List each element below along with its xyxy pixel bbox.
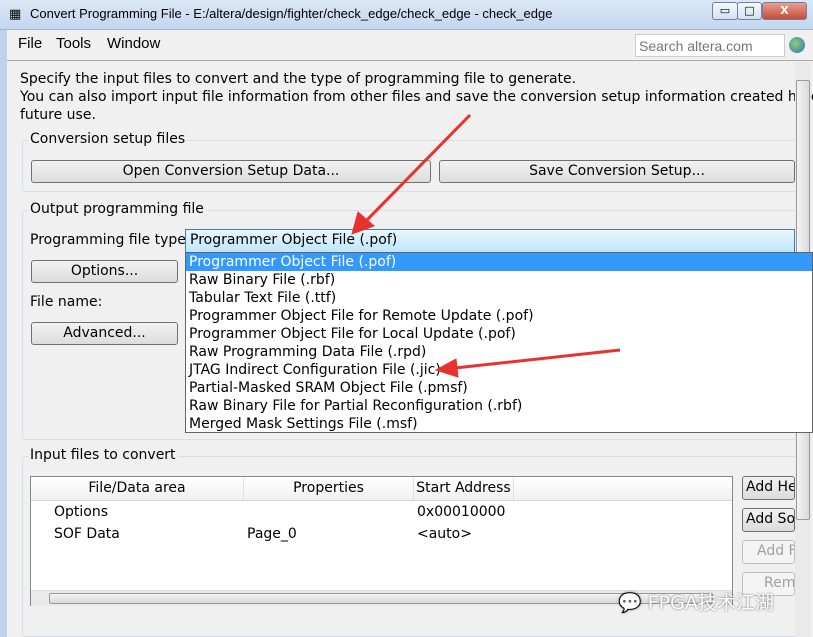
close-button[interactable]: X	[762, 2, 807, 20]
table-row[interactable]: SOF Data Page_0 <auto>	[31, 526, 732, 546]
add-file-button[interactable]: Add F	[742, 540, 795, 564]
intro-line-3: future use.	[20, 107, 96, 123]
dropdown-option[interactable]: JTAG Indirect Configuration File (.jic)	[186, 361, 812, 379]
file-name-label: File name:	[30, 294, 103, 310]
file-type-label: Programming file type:	[30, 232, 191, 248]
table-row[interactable]: Options 0x00010000	[31, 504, 732, 524]
dropdown-option[interactable]: Programmer Object File for Local Update …	[186, 325, 812, 343]
column-header[interactable]: Properties	[244, 477, 414, 501]
input-label: Input files to convert	[28, 447, 178, 463]
intro-line-2: You can also import input file informati…	[20, 89, 813, 105]
maximize-button[interactable]: □	[737, 2, 762, 20]
output-label: Output programming file	[28, 201, 206, 217]
dropdown-option[interactable]: Raw Binary File (.rbf)	[186, 271, 812, 289]
cell: 0x00010000	[417, 504, 506, 520]
menu-tools[interactable]: Tools	[56, 35, 91, 52]
dropdown-option[interactable]: Tabular Text File (.ttf)	[186, 289, 812, 307]
cell: Page_0	[247, 526, 297, 542]
options-button[interactable]: Options...	[31, 260, 178, 283]
cell: SOF Data	[54, 526, 120, 542]
advanced-button[interactable]: Advanced...	[31, 322, 178, 345]
input-files-table: File/Data area Properties Start Address …	[30, 476, 733, 606]
dropdown-option[interactable]: Raw Binary File for Partial Reconfigurat…	[186, 397, 812, 415]
column-header[interactable]: File/Data area	[31, 477, 244, 501]
app-icon: ▦	[9, 7, 22, 22]
menu-file[interactable]: File	[18, 35, 42, 52]
search-input[interactable]	[635, 34, 785, 57]
cell: Options	[54, 504, 109, 520]
scrollbar-thumb[interactable]	[49, 593, 713, 604]
wechat-icon: 💬	[618, 592, 642, 614]
dropdown-option[interactable]: Programmer Object File for Remote Update…	[186, 307, 812, 325]
dropdown-option[interactable]: Merged Mask Settings File (.msf)	[186, 415, 812, 433]
dropdown-option[interactable]: Partial-Masked SRAM Object File (.pmsf)	[186, 379, 812, 397]
watermark-text: FPGA技术江湖	[647, 592, 774, 614]
column-header-empty	[514, 477, 732, 501]
dropdown-option[interactable]: Raw Programming Data File (.rpd)	[186, 343, 812, 361]
title-bar: ▦ Convert Programming File - E:/altera/d…	[0, 0, 813, 30]
save-conversion-setup-button[interactable]: Save Conversion Setup...	[439, 160, 795, 183]
add-hex-button[interactable]: Add He	[742, 476, 795, 500]
cell: <auto>	[417, 526, 472, 542]
globe-icon[interactable]	[789, 37, 805, 53]
intro-line-1: Specify the input files to convert and t…	[20, 71, 577, 87]
menu-window[interactable]: Window	[107, 35, 160, 52]
add-sof-button[interactable]: Add So	[742, 508, 795, 532]
watermark: 💬 FPGA技术江湖	[618, 588, 774, 615]
open-conversion-setup-button[interactable]: Open Conversion Setup Data...	[31, 160, 431, 183]
minimize-button[interactable]: ▭	[712, 2, 738, 20]
dropdown-option[interactable]: Programmer Object File (.pof)	[186, 253, 812, 271]
conversion-setup-label: Conversion setup files	[28, 131, 188, 147]
window-title: Convert Programming File - E:/altera/des…	[30, 6, 553, 21]
column-header[interactable]: Start Address	[414, 477, 514, 501]
file-type-select[interactable]: Programmer Object File (.pof)	[185, 229, 795, 253]
file-type-dropdown-list: Programmer Object File (.pof) Raw Binary…	[185, 252, 813, 433]
